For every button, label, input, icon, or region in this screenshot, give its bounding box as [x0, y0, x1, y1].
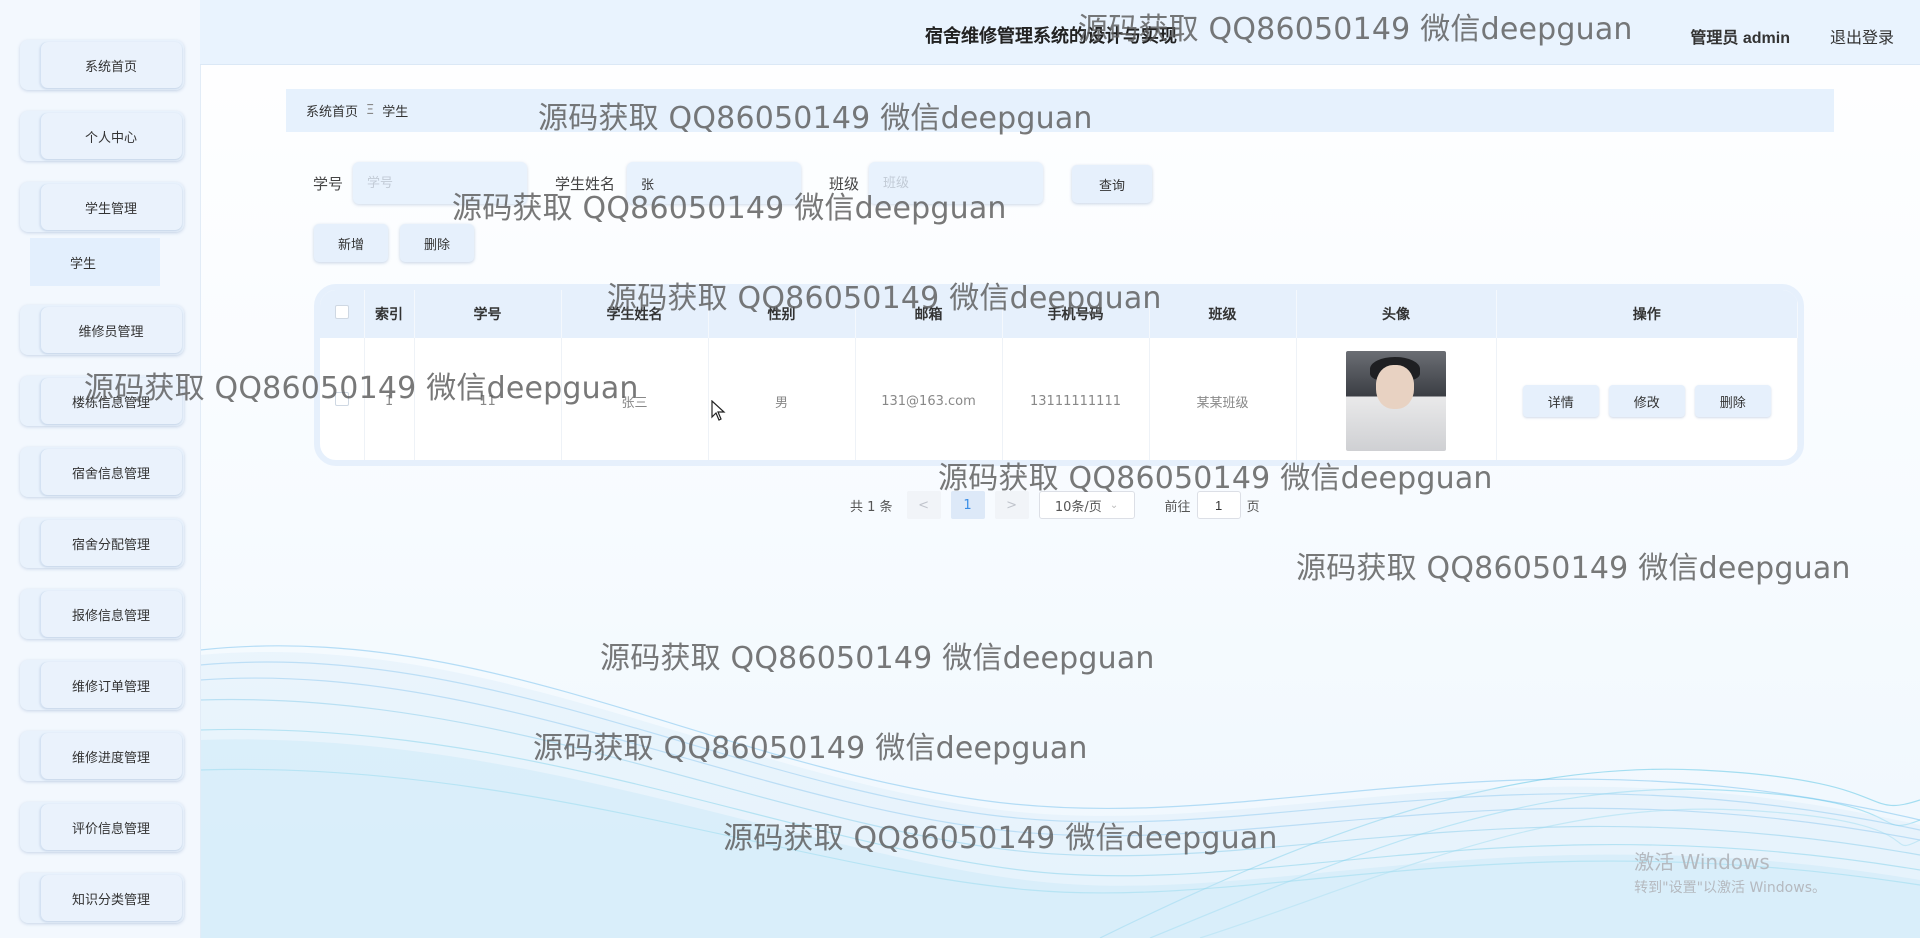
student-no-input[interactable] [353, 162, 527, 204]
cell-email: 131@163.com [855, 338, 1003, 460]
sidebar-item-buildings[interactable]: 楼栋信息管理 [20, 376, 184, 426]
chevron-down-icon: ⌄ [1109, 499, 1119, 511]
column-header: 学号 [414, 290, 562, 338]
cell-actions: 详情 修改 删除 [1496, 338, 1798, 460]
windows-activation-hint: 转到"设置"以激活 Windows。 [1634, 880, 1826, 896]
windows-activation-notice: 激活 Windows 转到"设置"以激活 Windows。 [1634, 846, 1826, 897]
watermark-text: 源码获取 QQ86050149 微信deepguan [1296, 551, 1851, 586]
pagination-total: 共 1 条 [850, 499, 893, 515]
cell-index: 1 [364, 338, 415, 460]
row-delete-button[interactable]: 删除 [1694, 385, 1771, 417]
class-input[interactable] [869, 162, 1043, 204]
sidebar-item-label: 维修进度管理 [40, 733, 182, 779]
student-no-label: 学号 [313, 175, 344, 193]
sidebar-item-label: 个人中心 [40, 113, 182, 159]
watermark-text: 源码获取 QQ86050149 微信deepguan [533, 731, 1088, 766]
column-header: 学生姓名 [561, 290, 709, 338]
top-header: 宿舍维修管理系统的设计与实现 管理员 admin 退出登录 [200, 0, 1920, 65]
prev-page-button[interactable]: < [906, 491, 941, 519]
sidebar-item-label: 宿舍信息管理 [40, 449, 182, 495]
sidebar-item-repair-requests[interactable]: 报修信息管理 [20, 589, 184, 639]
column-header: 索引 [364, 290, 415, 338]
row-checkbox[interactable] [334, 392, 349, 406]
sidebar-item-label: 维修订单管理 [40, 662, 182, 708]
windows-activation-title: 激活 Windows [1634, 850, 1770, 874]
app-title: 宿舍维修管理系统的设计与实现 [925, 26, 1177, 46]
sidebar-item-repairers[interactable]: 维修员管理 [20, 305, 184, 355]
breadcrumb-separator: Ξ [366, 103, 375, 118]
table-row: 1 11 张三 男 131@163.com 13111111111 某某班级 详… [320, 338, 1798, 460]
sidebar-item-reviews[interactable]: 评价信息管理 [20, 802, 184, 852]
students-table: 索引 学号 学生姓名 性别 邮箱 手机号码 班级 头像 操作 1 11 张三 男… [314, 284, 1804, 466]
cell-name: 张三 [561, 338, 709, 460]
sidebar-item-students[interactable]: 学生管理 [20, 182, 184, 232]
watermark-text: 源码获取 QQ86050149 微信deepguan [600, 641, 1155, 676]
cell-gender: 男 [708, 338, 856, 460]
sidebar-item-label: 楼栋信息管理 [40, 378, 182, 424]
student-avatar-image [1346, 351, 1446, 451]
breadcrumb: 系统首页 Ξ 学生 [286, 89, 1834, 132]
sidebar-subitem-student[interactable]: 学生 [30, 238, 160, 286]
next-page-button[interactable]: > [994, 491, 1029, 519]
cell-student-no: 11 [414, 338, 562, 460]
table-header-row: 索引 学号 学生姓名 性别 邮箱 手机号码 班级 头像 操作 [320, 290, 1798, 338]
logout-link[interactable]: 退出登录 [1830, 24, 1894, 48]
page-number-button[interactable]: 1 [950, 491, 985, 519]
cell-class: 某某班级 [1149, 338, 1297, 460]
sidebar-item-label: 知识分类管理 [40, 875, 182, 921]
sidebar-item-dorm-allocation[interactable]: 宿舍分配管理 [20, 518, 184, 568]
goto-label: 前往 [1164, 499, 1191, 515]
sidebar-item-label: 报修信息管理 [40, 591, 182, 637]
column-header: 班级 [1149, 290, 1297, 338]
cell-phone: 13111111111 [1002, 338, 1150, 460]
edit-button[interactable]: 修改 [1608, 385, 1685, 417]
bulk-delete-button[interactable]: 删除 [400, 224, 474, 262]
sidebar-item-dorms[interactable]: 宿舍信息管理 [20, 447, 184, 497]
sidebar-item-repair-progress[interactable]: 维修进度管理 [20, 731, 184, 781]
sidebar-item-label: 维修员管理 [40, 307, 182, 353]
class-label: 班级 [829, 175, 860, 193]
column-header: 邮箱 [855, 290, 1003, 338]
query-button[interactable]: 查询 [1072, 165, 1152, 203]
select-all-cell [320, 290, 365, 338]
cell-avatar [1296, 338, 1497, 460]
goto-page-input[interactable] [1196, 491, 1241, 519]
sidebar-item-label: 学生管理 [40, 184, 182, 230]
page-size-value: 10条/页 [1054, 499, 1102, 515]
breadcrumb-current: 学生 [382, 105, 409, 120]
page-size-select[interactable]: 10条/页 ⌄ [1038, 491, 1135, 519]
column-header: 手机号码 [1002, 290, 1150, 338]
sidebar-item-repair-orders[interactable]: 维修订单管理 [20, 660, 184, 710]
sidebar-item-label: 宿舍分配管理 [40, 520, 182, 566]
watermark-text: 源码获取 QQ86050149 微信deepguan [723, 821, 1278, 856]
detail-button[interactable]: 详情 [1522, 385, 1599, 417]
select-all-checkbox[interactable] [334, 305, 349, 319]
page-unit-label: 页 [1246, 499, 1260, 515]
column-header: 头像 [1296, 290, 1497, 338]
column-header: 性别 [708, 290, 856, 338]
sidebar-item-label: 评价信息管理 [40, 804, 182, 850]
sidebar-item-knowledge-categories[interactable]: 知识分类管理 [20, 873, 184, 923]
add-button[interactable]: 新增 [314, 224, 388, 262]
sidebar-item-label: 系统首页 [40, 42, 182, 88]
sidebar-item-home[interactable]: 系统首页 [20, 40, 184, 90]
sidebar-item-profile[interactable]: 个人中心 [20, 111, 184, 161]
column-header: 操作 [1496, 290, 1798, 338]
row-select-cell [320, 338, 365, 460]
sidebar: 系统首页 个人中心 学生管理 学生 维修员管理 楼栋信息管理 宿舍信息管理 宿舍… [0, 0, 201, 938]
background-waves [199, 645, 1920, 938]
student-name-label: 学生姓名 [555, 175, 616, 193]
current-user: 管理员 admin [1690, 30, 1790, 47]
student-name-input[interactable] [627, 162, 801, 204]
breadcrumb-home[interactable]: 系统首页 [306, 101, 358, 120]
pagination: 共 1 条 < 1 > 10条/页 ⌄ 前往 页 [850, 490, 1260, 520]
